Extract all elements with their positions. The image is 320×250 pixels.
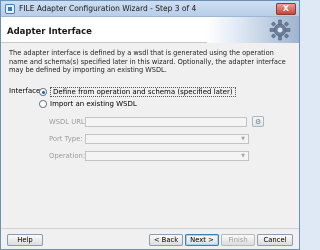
wizard-content: The adapter interface is defined by a ws… [1,44,299,224]
operation-select[interactable]: ▼ [85,151,249,161]
close-button[interactable]: X [276,3,296,15]
interface-label: Interface: [9,87,43,95]
app-icon [5,4,15,14]
port-type-label: Port Type: [49,135,83,143]
radio-define[interactable] [39,88,47,96]
radio-define-label[interactable]: Define from operation and schema (specif… [50,87,236,97]
radio-import[interactable] [39,100,47,108]
help-button[interactable]: Help [7,234,43,246]
description-text: The adapter interface is defined by a ws… [9,49,286,75]
wsdl-url-input[interactable] [85,117,247,127]
page-title: Adapter Interface [7,27,92,37]
wsdl-url-label: WSDL URL: [49,118,87,126]
wizard-footer: Help < Back Next > Finish Cancel [1,228,299,249]
radio-import-label[interactable]: Import an existing WSDL [50,100,137,108]
chevron-down-icon: ▼ [241,153,245,159]
title-bar: FILE Adapter Configuration Wizard - Step… [1,1,299,17]
back-button[interactable]: < Back [149,234,183,246]
wizard-window: FILE Adapter Configuration Wizard - Step… [0,0,300,250]
finish-button[interactable]: Finish [221,234,255,246]
port-type-select[interactable]: ▼ [85,134,249,144]
window-title: FILE Adapter Configuration Wizard - Step… [19,4,197,13]
browse-icon: ⚙ [255,118,262,126]
gear-icon [269,19,291,41]
chevron-down-icon: ▼ [241,136,245,142]
radio-import-row[interactable]: Import an existing WSDL [39,100,137,108]
next-button[interactable]: Next > [185,234,219,246]
operation-label: Operation: [49,152,86,160]
wizard-header: Adapter Interface [1,17,299,43]
radio-define-row[interactable]: Define from operation and schema (specif… [39,87,236,97]
header-gear-graphic [207,17,299,43]
browse-wsdl-button[interactable]: ⚙ [252,116,264,127]
cancel-button[interactable]: Cancel [257,234,293,246]
